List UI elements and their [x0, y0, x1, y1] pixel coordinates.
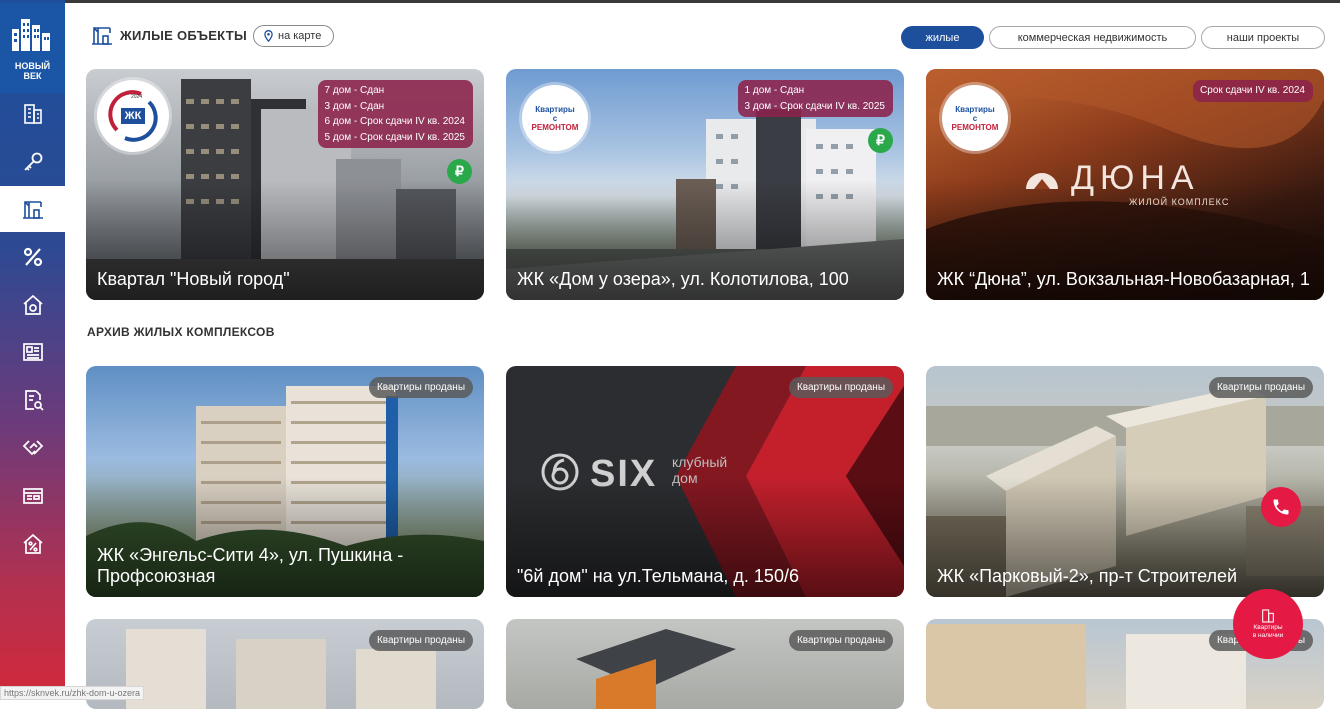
filter-our-projects[interactable]: наши проекты: [1201, 26, 1325, 49]
badge-abbr: ЖК: [124, 110, 142, 122]
news-icon: [22, 343, 43, 361]
archive-card-partial-1[interactable]: Квартиры проданы: [86, 619, 484, 709]
sold-badge: Квартиры проданы: [368, 630, 473, 651]
card-title: ЖК «Дом у озера», ул. Колотилова, 100: [517, 269, 849, 289]
filter-residential[interactable]: жилые: [901, 26, 984, 49]
card-title: ЖК «Энгельс-Сити 4», ул. Пушкина - Профс…: [97, 545, 404, 586]
ready-line1: Квартиры: [1253, 624, 1283, 631]
duna-logo-icon: [1026, 173, 1058, 189]
card-title: "6й дом" на ул.Тельмана, д. 150/6: [517, 566, 799, 586]
card-title: Квартал "Новый город": [97, 269, 290, 289]
duna-logo-subtitle: ЖИЛОЙ КОМПЛЕКС: [1129, 197, 1230, 207]
sold-badge: Квартиры проданы: [788, 377, 893, 398]
building-icon: [23, 104, 42, 124]
phone-icon: [1273, 499, 1289, 515]
status-line: 3 дом - Сдан: [324, 100, 385, 112]
percent-icon: [23, 247, 42, 267]
badge-year: 2024: [131, 94, 143, 100]
remont-line3: РЕМОНТОМ: [531, 122, 579, 132]
status-box: 1 дом - Сдан 3 дом - Срок сдачи IV кв. 2…: [737, 80, 893, 117]
sidebar-item-house-services[interactable]: [0, 282, 65, 328]
card-title: ЖК «Парковый-2», пр-т Строителей: [937, 566, 1238, 586]
archive-card-partial-2[interactable]: Квартиры проданы: [506, 619, 904, 709]
badge-sub: ТОП: [126, 101, 140, 107]
map-button-label: на карте: [278, 30, 322, 42]
page-title: ЖИЛЫЕ ОБЪЕКТЫ: [120, 28, 247, 43]
house-percent-icon: [22, 533, 43, 554]
status-line: 7 дом - Сдан: [324, 85, 385, 96]
object-card-dom-u-ozera[interactable]: Квартиры с РЕМОНТОМ 1 дом - Сдан 3 дом -…: [506, 69, 904, 300]
city-logo-icon: [12, 19, 50, 51]
sidebar-item-mortgage[interactable]: [0, 521, 65, 567]
six-sub-line1: клубный: [672, 454, 728, 470]
house-gear-icon: [22, 294, 43, 315]
map-button[interactable]: на карте: [253, 25, 335, 47]
brand-line1: НОВЫЙ: [14, 61, 51, 71]
sidebar-item-news[interactable]: [0, 329, 65, 375]
status-line: Срок сдачи IV кв. 2024: [1200, 85, 1305, 96]
remont-line2: с: [552, 113, 558, 123]
status-box: 7 дом - Сдан 3 дом - Сдан 6 дом - Срок с…: [317, 80, 473, 148]
archive-card-six[interactable]: SIX клубный дом Квартиры проданы "6й дом…: [506, 366, 904, 597]
building-icon: [1262, 609, 1274, 623]
handshake-icon: [22, 440, 43, 456]
crane-icon: [92, 27, 112, 45]
brand-line2: ВЕК: [23, 71, 42, 81]
apartments-available-button[interactable]: Квартиры в наличии: [1233, 589, 1303, 659]
status-line: 1 дом - Сдан: [744, 85, 805, 96]
status-line: 3 дом - Срок сдачи IV кв. 2025: [744, 100, 885, 112]
sidebar-item-press[interactable]: [0, 473, 65, 519]
status-box: Срок сдачи IV кв. 2024: [1193, 80, 1313, 102]
sidebar-item-discounts[interactable]: [0, 234, 65, 280]
object-card-duna[interactable]: Квартиры с РЕМОНТОМ ДЮНА ЖИЛОЙ КОМПЛЕКС …: [926, 69, 1324, 300]
remont-line1: Квартиры: [955, 104, 995, 114]
call-button[interactable]: [1261, 487, 1301, 527]
sidebar-item-key[interactable]: [0, 139, 65, 185]
sold-badge: Квартиры проданы: [368, 377, 473, 398]
crane-icon: [22, 201, 43, 219]
document-search-icon: [24, 390, 44, 411]
brand-logo[interactable]: НОВЫЙ ВЕК: [0, 3, 65, 93]
ruble-icon: ₽: [868, 128, 893, 153]
archive-card-parkovy[interactable]: Квартиры проданы ЖК «Парковый-2», пр-т С…: [926, 366, 1324, 597]
archive-card-engels-city[interactable]: Квартиры проданы ЖК «Энгельс-Сити 4», ул…: [86, 366, 484, 597]
remont-badge: Квартиры с РЕМОНТОМ: [942, 85, 1008, 151]
sold-badge: Квартиры проданы: [788, 630, 893, 651]
ready-line2: в наличии: [1252, 632, 1284, 639]
card-title: ЖК “Дюна”, ул. Вокзальная-Новобазарная, …: [937, 269, 1310, 289]
object-card-novy-gorod[interactable]: ЖК ТОП 2024 7 дом - Сдан 3 дом - Сдан 6 …: [86, 69, 484, 300]
duna-logo-text: ДЮНА: [1071, 159, 1200, 197]
sidebar-item-partners[interactable]: [0, 425, 65, 471]
key-icon: [23, 152, 42, 171]
sidebar-item-building[interactable]: [0, 91, 65, 137]
remont-line1: Квартиры: [535, 104, 575, 114]
sidebar-item-objects[interactable]: [0, 186, 65, 232]
sold-badge: Квартиры проданы: [1208, 377, 1313, 398]
status-line: 6 дом - Срок сдачи IV кв. 2024: [324, 116, 465, 127]
sidebar: НОВЫЙ ВЕК: [0, 0, 65, 698]
sidebar-item-documents[interactable]: [0, 377, 65, 423]
newspaper-icon: [22, 488, 43, 504]
map-pin-icon: [264, 30, 273, 42]
zhk-top-badge: ЖК ТОП 2024: [97, 80, 169, 152]
ruble-icon: ₽: [447, 159, 472, 184]
remont-badge: Квартиры с РЕМОНТОМ: [522, 85, 588, 151]
filter-commercial[interactable]: коммерческая недвижимость: [989, 26, 1196, 49]
remont-line2: с: [972, 113, 978, 123]
top-border: [0, 0, 1340, 3]
remont-line3: РЕМОНТОМ: [951, 122, 999, 132]
status-line: 5 дом - Срок сдачи IV кв. 2025: [324, 131, 465, 143]
archive-section-title: АРХИВ ЖИЛЫХ КОМПЛЕКСОВ: [87, 325, 275, 339]
